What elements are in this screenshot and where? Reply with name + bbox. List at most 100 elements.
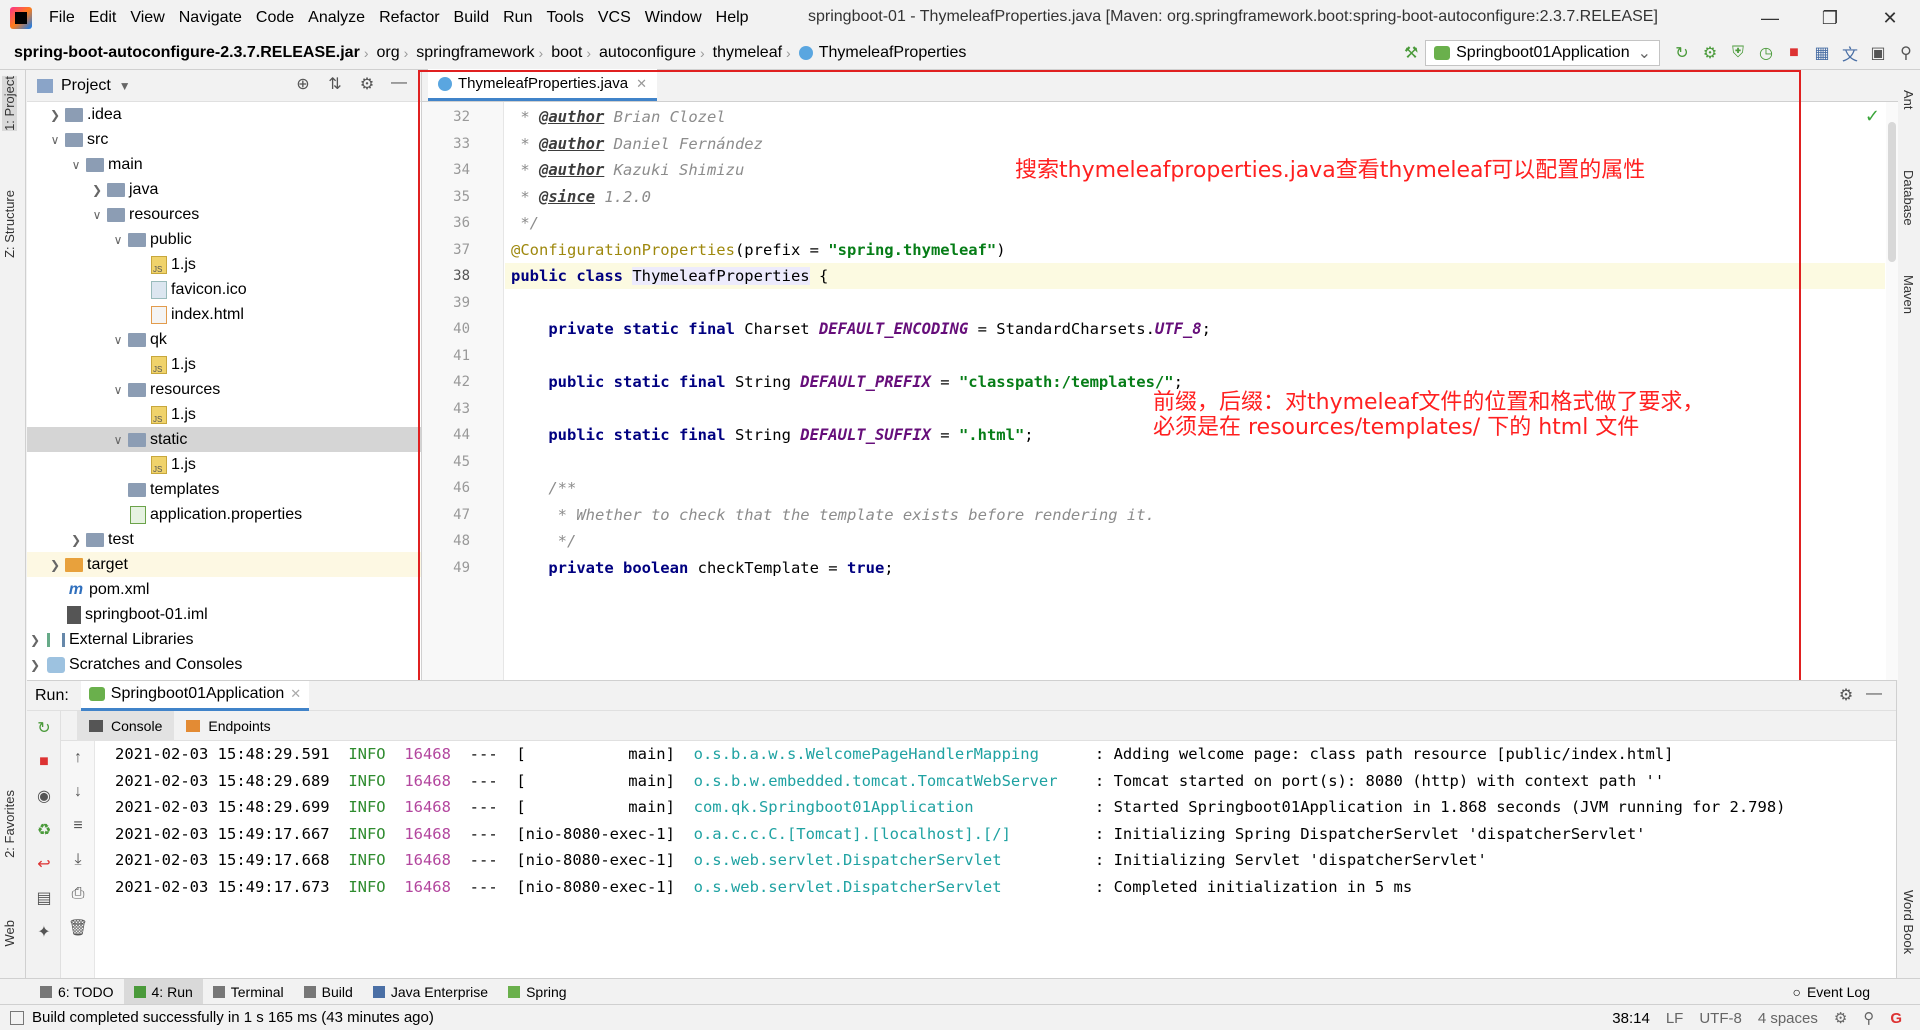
close-window-icon[interactable]: ✕ [1860,0,1920,36]
tree-item[interactable]: JS 1.js [27,452,421,477]
chevron-right-icon[interactable]: ❯ [27,658,43,672]
project-structure-icon[interactable]: ▦ [1808,39,1836,67]
menu-refactor[interactable]: Refactor [372,9,446,27]
chevron-right-icon[interactable]: ❯ [89,183,105,197]
print-icon[interactable]: ⎙ [61,877,95,911]
tool-todo[interactable]: 6: TODO [30,979,124,1005]
chevron-right-icon[interactable]: ❯ [47,558,63,572]
breadcrumb-boot[interactable]: boot [543,44,586,62]
tree-item[interactable]: ❯ .idea [27,102,421,127]
log-line[interactable]: 2021-02-03 15:48:29.591 INFO 16468 --- [… [115,741,1674,768]
code-line[interactable] [505,343,1885,369]
restore-layout-icon[interactable]: ♻ [27,813,61,847]
status-message[interactable]: Build completed successfully in 1 s 165 … [32,1009,434,1026]
chevron-right-icon[interactable]: ❯ [68,533,84,547]
chevron-down-icon[interactable]: ∨ [47,133,63,147]
indent-setting[interactable]: 4 spaces [1750,1010,1826,1027]
tree-item[interactable]: JS 1.js [27,352,421,377]
chevron-down-icon[interactable]: ∨ [89,208,105,222]
tree-item[interactable]: application.properties [27,502,421,527]
tree-item[interactable]: favicon.ico [27,277,421,302]
notification-icon[interactable]: ⚲ [1855,1009,1882,1027]
tool-tab-database[interactable]: Database [1901,170,1916,226]
search-icon[interactable]: ⚲ [1892,39,1920,67]
subtab-endpoints[interactable]: Endpoints [174,711,282,741]
log-line[interactable]: 2021-02-03 15:48:29.689 INFO 16468 --- [… [115,768,1664,795]
run-configuration-select[interactable]: Springboot01Application ⌄ [1425,40,1660,66]
tree-item[interactable]: JS 1.js [27,252,421,277]
coverage-icon[interactable]: ⛨ [1724,39,1752,67]
layout-icon[interactable]: ▤ [27,881,61,915]
rerun-icon[interactable]: ↻ [27,711,61,745]
code-line[interactable]: */ [505,210,1885,236]
tree-item[interactable]: ∨ qk [27,327,421,352]
menu-help[interactable]: Help [709,9,756,27]
restore-icon[interactable]: ❐ [1800,0,1860,36]
menu-view[interactable]: View [123,9,171,27]
menu-code[interactable]: Code [249,9,301,27]
chevron-down-icon[interactable]: ∨ [110,233,126,247]
menu-build[interactable]: Build [447,9,497,27]
hide-panel-icon[interactable]: — [1860,685,1888,705]
tool-run[interactable]: 4: Run [123,978,203,1005]
scroll-to-end-icon[interactable]: ⤓ [61,843,95,877]
code-line[interactable]: private boolean checkTemplate = true; [505,555,1885,581]
menu-navigate[interactable]: Navigate [172,9,249,27]
menu-window[interactable]: Window [638,9,709,27]
tree-item[interactable]: index.html [27,302,421,327]
log-line[interactable]: 2021-02-03 15:49:17.673 INFO 16468 --- [… [115,874,1412,901]
tree-item[interactable]: ∨ resources [27,377,421,402]
trash-icon[interactable]: 🗑 [61,911,95,945]
close-tab-icon[interactable]: ✕ [290,686,301,702]
scrollbar-thumb[interactable] [1888,122,1896,262]
stop-icon[interactable]: ■ [1780,39,1808,67]
chevron-down-icon[interactable]: ∨ [68,158,84,172]
tree-item[interactable]: springboot-01.iml [27,602,421,627]
menu-file[interactable]: File [42,9,82,27]
gear-icon[interactable]: ⚙ [1832,685,1860,705]
google-icon[interactable]: G [1882,1010,1910,1027]
stop-icon[interactable]: ■ [27,745,61,779]
project-panel-title[interactable]: Project [61,77,111,95]
exit-icon[interactable]: ↩ [27,847,61,881]
translate-icon[interactable]: 文 [1836,39,1864,67]
menu-tools[interactable]: Tools [539,9,590,27]
tool-terminal[interactable]: Terminal [203,979,294,1005]
line-separator[interactable]: LF [1658,1010,1692,1027]
arrow-up-icon[interactable]: ↑ [61,741,95,775]
code-line[interactable]: * Whether to check that the template exi… [505,502,1885,528]
menu-vcs[interactable]: VCS [591,9,638,27]
tree-item[interactable]: ∨ resources [27,202,421,227]
breadcrumb-thymeleaf[interactable]: thymeleaf [705,44,786,62]
layout-icon[interactable]: ▣ [1864,39,1892,67]
tree-item[interactable]: ❯ test [27,527,421,552]
inspection-ok-icon[interactable]: ✓ [1865,106,1880,127]
subtab-console[interactable]: Console [77,710,175,741]
editor-tab-thymeleafproperties[interactable]: ThymeleafProperties.java ✕ [428,69,657,101]
log-line[interactable]: 2021-02-03 15:49:17.667 INFO 16468 --- [… [115,821,1646,848]
code-line[interactable]: * @author Brian Clozel [505,104,1885,130]
tree-item[interactable]: JS 1.js [27,402,421,427]
pin-icon[interactable]: ✦ [27,915,61,949]
soft-wrap-icon[interactable]: ≡ [61,809,95,843]
run-tab-springboot01application[interactable]: Springboot01Application ✕ [80,680,310,711]
chevron-down-icon[interactable]: ∨ [110,383,126,397]
chevron-down-icon[interactable]: ▼ [119,79,131,93]
tool-event-log[interactable]: ○ Event Log [1782,979,1880,1005]
tool-tab-word-book[interactable]: Word Book [1901,890,1916,954]
status-toggle-icon[interactable] [10,1010,24,1025]
rerun-icon[interactable]: ↻ [1668,39,1696,67]
debug-icon[interactable]: ⚙ [1696,39,1724,67]
tree-item[interactable]: ∨ src [27,127,421,152]
editor-scrollbar[interactable] [1886,102,1898,680]
tool-tab-favorites[interactable]: 2: Favorites [2,790,17,858]
breadcrumb-class[interactable]: ThymeleafProperties [791,44,971,62]
menu-edit[interactable]: Edit [82,9,124,27]
code-line[interactable] [505,449,1885,475]
breadcrumb-jar[interactable]: spring-boot-autoconfigure-2.3.7.RELEASE.… [0,44,364,62]
log-line[interactable]: 2021-02-03 15:48:29.699 INFO 16468 --- [… [115,794,1785,821]
breadcrumb-springframework[interactable]: springframework [408,44,538,62]
code-line[interactable]: @ConfigurationProperties(prefix = "sprin… [505,237,1885,263]
lock-icon[interactable]: ⚙ [1826,1009,1855,1027]
tree-item[interactable]: ❯ External Libraries [27,627,421,652]
